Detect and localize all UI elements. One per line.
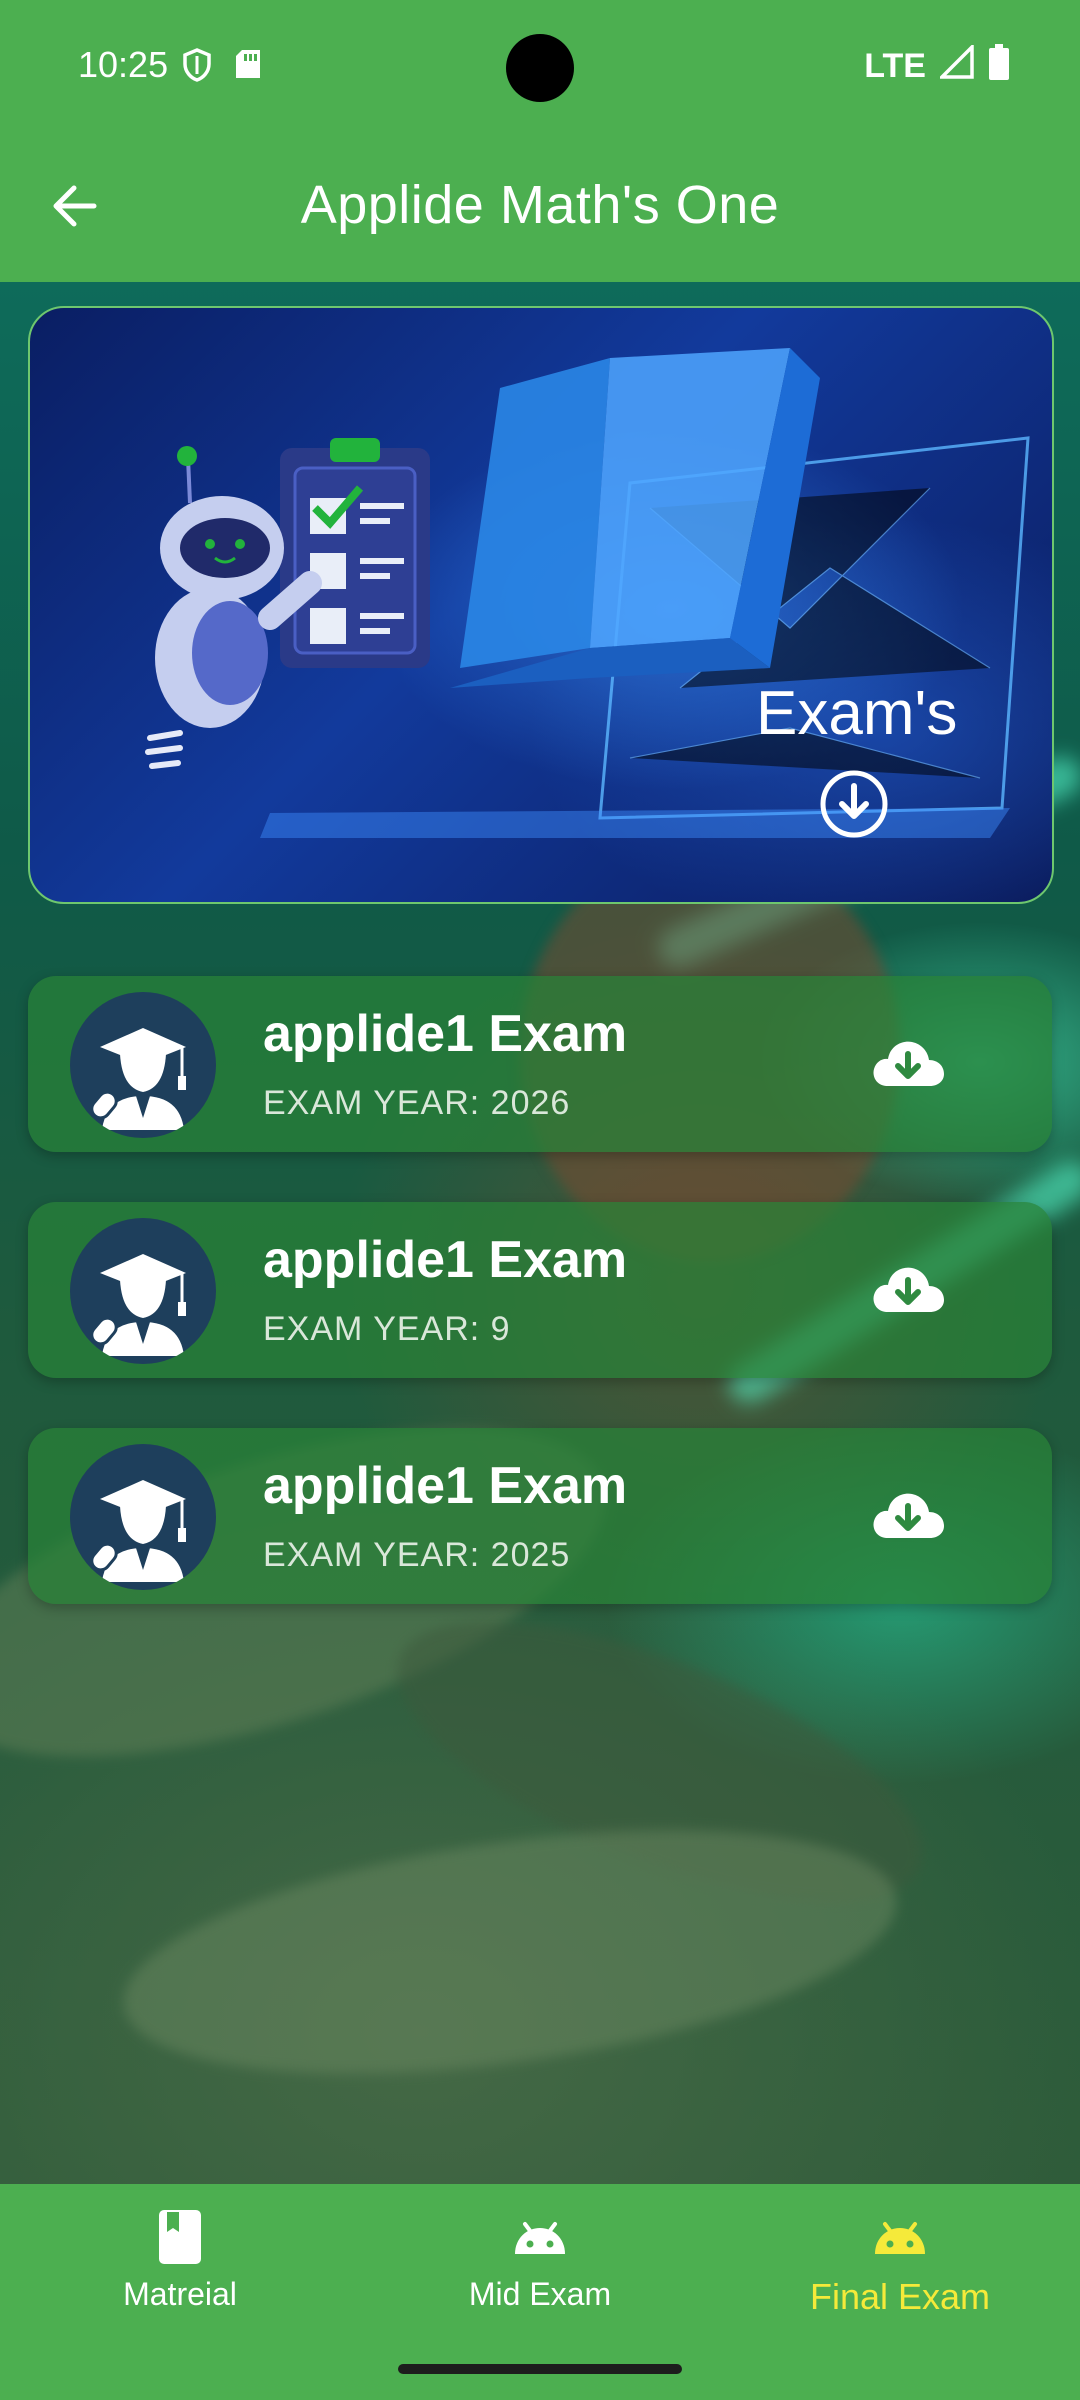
exam-card[interactable]: applide1 Exam EXAM YEAR: 2025 <box>28 1428 1052 1604</box>
graduate-avatar-icon <box>70 992 216 1138</box>
banner-label: Exam's <box>756 679 958 748</box>
book-icon <box>151 2208 209 2266</box>
nav-item-final-exam[interactable]: Final Exam <box>720 2208 1080 2318</box>
exam-title: applide1 Exam <box>263 1457 628 1515</box>
app-bar: Applide Math's One <box>0 130 1080 282</box>
download-circle-icon[interactable] <box>818 768 890 840</box>
exam-card[interactable]: applide1 Exam EXAM YEAR: 9 <box>28 1202 1052 1378</box>
exam-year: EXAM YEAR: 2025 <box>263 1536 571 1574</box>
banner-illustration <box>145 348 1030 838</box>
cloud-download-icon[interactable] <box>868 1024 948 1104</box>
home-indicator[interactable] <box>398 2364 682 2374</box>
sd-card-icon <box>234 48 262 87</box>
exam-year: EXAM YEAR: 9 <box>263 1310 511 1348</box>
cloud-download-icon[interactable] <box>868 1476 948 1556</box>
nav-item-mid-exam[interactable]: Mid Exam <box>360 2208 720 2313</box>
exam-card[interactable]: applide1 Exam EXAM YEAR: 2026 <box>28 976 1052 1152</box>
signal-icon <box>937 42 974 88</box>
nav-label: Matreial <box>123 2276 237 2312</box>
status-time: 10:25 <box>78 44 169 85</box>
graduate-avatar-icon <box>70 1218 216 1364</box>
shield-icon <box>182 48 212 87</box>
status-bar: 10:25 LTE <box>0 0 1080 130</box>
nav-label: Final Exam <box>809 2276 991 2317</box>
exam-banner[interactable]: Exam's <box>28 306 1054 904</box>
page-title: Applide Math's One <box>300 175 780 235</box>
android-icon <box>511 2208 569 2266</box>
nav-label: Mid Exam <box>468 2276 612 2312</box>
exam-title: applide1 Exam <box>263 1231 628 1289</box>
graduate-avatar-icon <box>70 1444 216 1590</box>
camera-cutout <box>506 34 574 102</box>
nav-item-material[interactable]: Matreial <box>0 2208 360 2313</box>
network-type: LTE <box>864 47 926 85</box>
android-icon <box>871 2208 929 2266</box>
exam-year: EXAM YEAR: 2026 <box>263 1084 571 1122</box>
battery-icon <box>988 44 1010 89</box>
cloud-download-icon[interactable] <box>868 1250 948 1330</box>
exam-list: applide1 Exam EXAM YEAR: 2026 applide1 E… <box>28 976 1052 1654</box>
exam-title: applide1 Exam <box>263 1005 628 1063</box>
